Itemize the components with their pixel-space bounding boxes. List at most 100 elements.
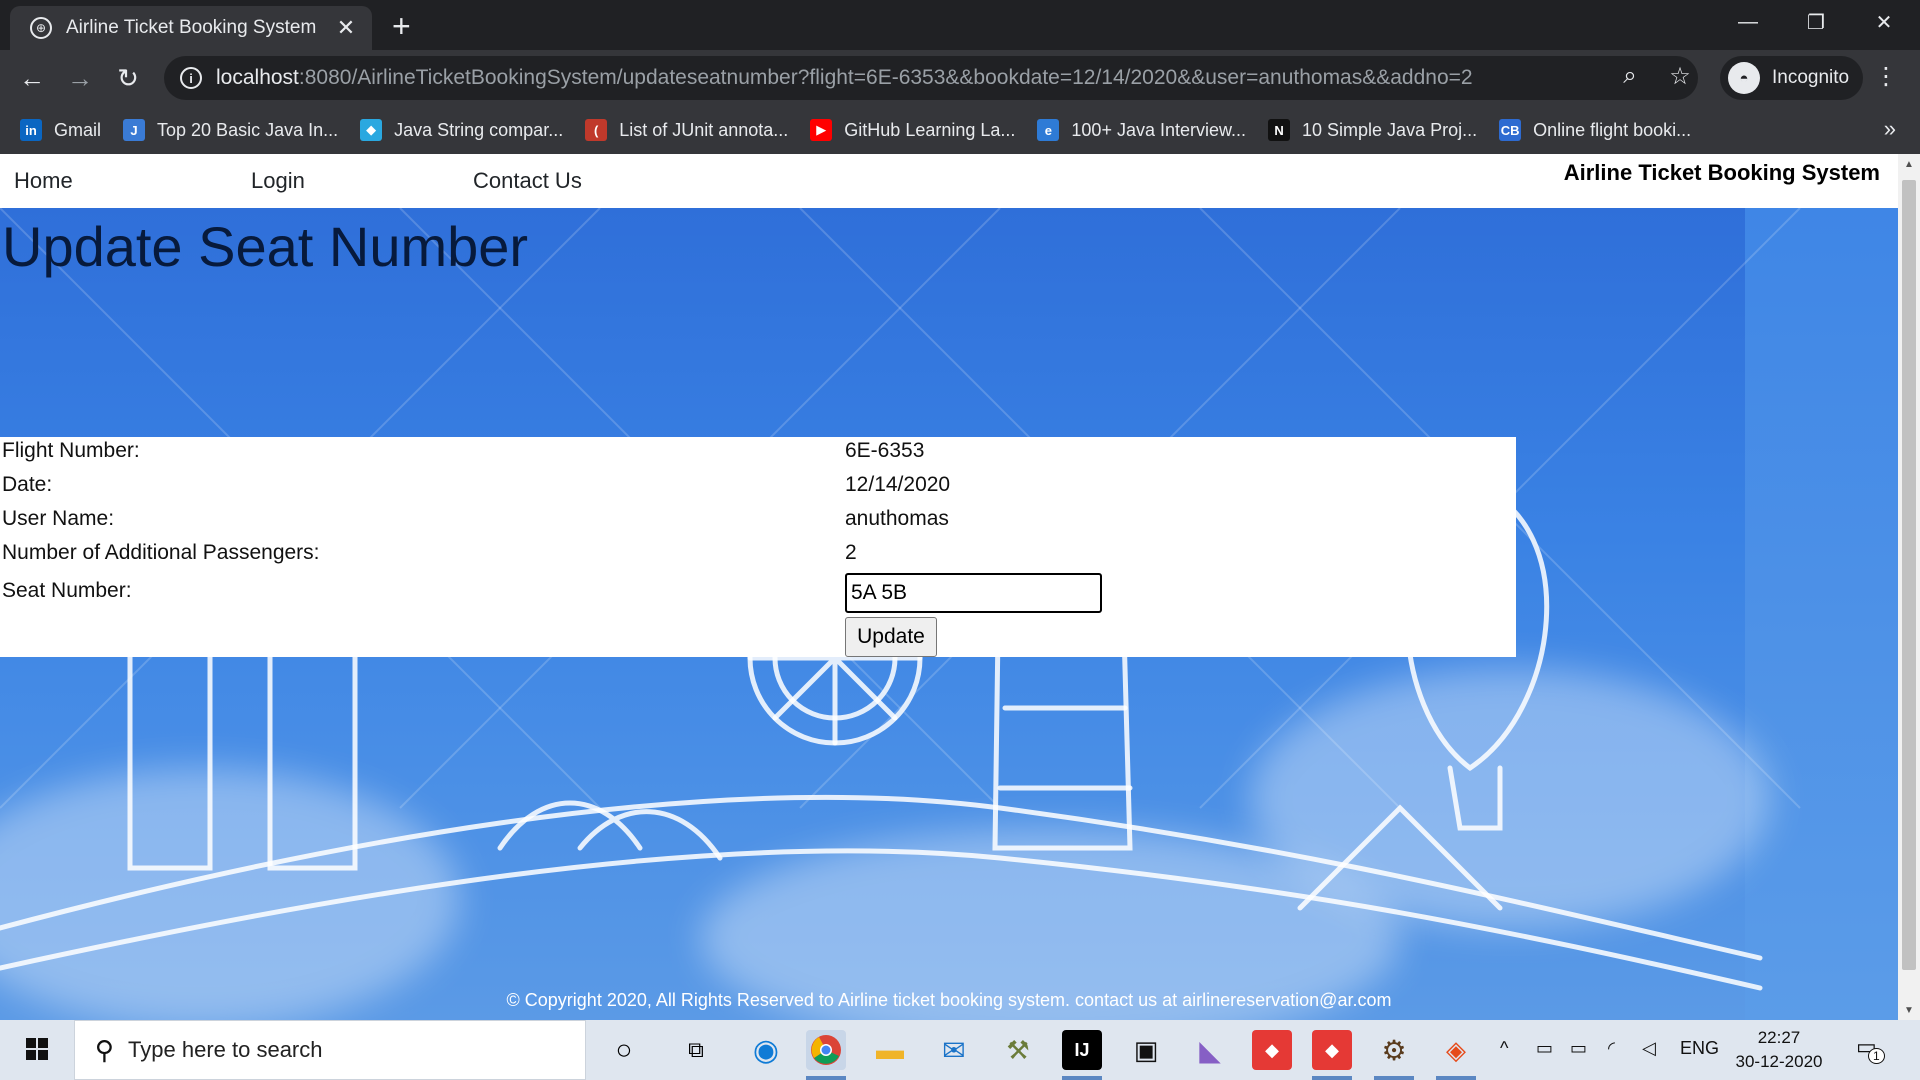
show-hidden-icons-icon[interactable]: ^ <box>1500 1038 1508 1059</box>
flight-number-value: 6E-6353 <box>845 439 925 462</box>
address-bar[interactable]: i localhost:8080/AirlineTicketBookingSys… <box>164 56 1698 100</box>
notification-center-icon[interactable]: ▭ 1 <box>1856 1034 1890 1068</box>
page-viewport: Home Login Contact Us Airline Ticket Boo… <box>0 154 1898 1020</box>
git-app-icon-2[interactable]: ◆ <box>1312 1030 1352 1070</box>
active-tab[interactable]: ⊕ Airline Ticket Booking System ✕ <box>10 6 372 50</box>
n-icon: N <box>1268 119 1291 141</box>
git-app-icon[interactable]: ◆ <box>1252 1030 1292 1070</box>
tab-strip: ⊕ Airline Ticket Booking System ✕ + — ❐ … <box>0 0 1920 50</box>
bookmark-item[interactable]: J Top 20 Basic Java In... <box>123 119 338 141</box>
system-clock[interactable]: 22:27 30-12-2020 <box>1724 1026 1834 1074</box>
restore-icon[interactable]: ❐ <box>1782 0 1850 44</box>
bookmark-item[interactable]: e 100+ Java Interview... <box>1037 119 1246 141</box>
bookmark-label: List of JUnit annota... <box>619 119 789 140</box>
page-footer: © Copyright 2020, All Rights Reserved to… <box>506 990 1392 1010</box>
search-icon: ⚲ <box>95 1034 115 1065</box>
search-placeholder: Type here to search <box>128 1037 323 1062</box>
java-page-icon: J <box>123 119 146 141</box>
flight-number-label: Flight Number: <box>2 439 140 462</box>
incognito-label: Incognito <box>1772 67 1850 88</box>
battery-icon[interactable]: ▭ <box>1570 1038 1587 1059</box>
wifi-icon[interactable]: ◜ <box>1608 1038 1615 1059</box>
additional-passengers-value: 2 <box>845 541 857 564</box>
junit-icon: ( <box>585 119 608 141</box>
seat-number-label: Seat Number: <box>2 579 132 602</box>
back-icon[interactable]: ← <box>14 60 50 96</box>
file-explorer-icon[interactable]: ▬ <box>870 1030 910 1070</box>
url-path: :8080/AirlineTicketBookingSystem/updates… <box>298 66 1473 89</box>
zoom-icon[interactable]: ⌕ <box>1614 60 1646 92</box>
form-row-user: User Name: anuthomas <box>0 505 1516 537</box>
youtube-icon: ▶ <box>810 119 833 141</box>
form-row-flight: Flight Number: 6E-6353 <box>0 437 1516 469</box>
site-brand[interactable]: Airline Ticket Booking System <box>1564 160 1880 186</box>
bookmark-item[interactable]: CB Online flight booki... <box>1499 119 1691 141</box>
visual-studio-icon[interactable]: ◣ <box>1190 1030 1230 1070</box>
language-indicator[interactable]: ENG <box>1680 1038 1719 1059</box>
seat-number-input[interactable] <box>845 573 1102 613</box>
new-tab-icon[interactable]: + <box>392 8 411 45</box>
incognito-indicator[interactable]: ◓ Incognito <box>1720 56 1864 100</box>
bookmark-label: Java String compar... <box>394 119 564 140</box>
close-tab-icon[interactable]: ✕ <box>334 15 358 41</box>
intellij-icon[interactable]: IJ <box>1062 1030 1102 1070</box>
update-seat-form: Flight Number: 6E-6353 Date: 12/14/2020 … <box>0 437 1516 657</box>
active-app-indicator <box>806 1076 846 1080</box>
user-name-value: anuthomas <box>845 507 949 530</box>
e-icon: e <box>1037 119 1060 141</box>
edge-icon[interactable]: ◉ <box>746 1030 786 1070</box>
gear-app-icon[interactable]: ⚙ <box>1374 1030 1414 1070</box>
scrollbar-thumb[interactable] <box>1902 180 1916 970</box>
minimize-icon[interactable]: — <box>1714 0 1782 44</box>
windows-taskbar: ⚲ Type here to search ○ ⧉ ◉ ▬ ✉ ⚒ IJ ▣ ◣… <box>0 1020 1920 1080</box>
store-icon[interactable]: ▣ <box>1126 1030 1166 1070</box>
page-title: Update Seat Number <box>2 215 529 278</box>
additional-passengers-label: Number of Additional Passengers: <box>2 541 320 564</box>
taskbar-search-box[interactable]: ⚲ Type here to search <box>74 1020 586 1080</box>
active-app-indicator <box>1436 1076 1476 1080</box>
notification-count: 1 <box>1868 1048 1885 1064</box>
active-app-indicator <box>1374 1076 1414 1080</box>
bookmark-item[interactable]: in Gmail <box>20 119 101 141</box>
tools-app-icon[interactable]: ⚒ <box>998 1030 1038 1070</box>
volume-icon[interactable]: ◁ <box>1642 1038 1656 1059</box>
active-app-indicator <box>1062 1076 1102 1080</box>
cortana-icon[interactable]: ○ <box>604 1030 644 1070</box>
site-info-icon[interactable]: i <box>180 67 202 89</box>
bookmark-item[interactable]: ( List of JUnit annota... <box>585 119 788 141</box>
page-scrollbar[interactable]: ▲ ▼ <box>1898 154 1920 1020</box>
nav-login-link[interactable]: Login <box>251 168 305 194</box>
more-bookmarks-icon[interactable]: » <box>1884 116 1896 142</box>
forward-icon[interactable]: → <box>62 60 98 96</box>
update-button[interactable]: Update <box>845 617 937 657</box>
url-host: localhost <box>216 66 299 89</box>
nav-contact-link[interactable]: Contact Us <box>473 168 582 194</box>
task-view-icon[interactable]: ⧉ <box>676 1030 716 1070</box>
scroll-down-icon[interactable]: ▼ <box>1898 1000 1920 1020</box>
bookmarks-bar: in Gmail J Top 20 Basic Java In... ◆ Java Str… <box>0 106 1920 154</box>
bookmark-item[interactable]: ▶ GitHub Learning La... <box>810 119 1015 141</box>
clock-time: 22:27 <box>1757 1028 1801 1047</box>
windows-start-icon[interactable] <box>14 1034 60 1066</box>
reload-icon[interactable]: ↻ <box>110 60 146 96</box>
git-gui-icon[interactable]: ◈ <box>1436 1030 1476 1070</box>
menu-dots-icon[interactable]: ⋮ <box>1870 60 1902 92</box>
diamond-icon: ◆ <box>360 119 383 141</box>
date-value: 12/14/2020 <box>845 473 951 496</box>
chrome-icon[interactable] <box>806 1030 846 1070</box>
meet-now-icon[interactable]: ▭ <box>1536 1038 1553 1059</box>
form-row-date: Date: 12/14/2020 <box>0 471 1516 503</box>
bookmark-star-icon[interactable]: ☆ <box>1664 60 1696 92</box>
active-app-indicator <box>1312 1076 1352 1080</box>
user-name-label: User Name: <box>2 507 115 530</box>
nav-home-link[interactable]: Home <box>14 168 73 194</box>
scroll-up-icon[interactable]: ▲ <box>1898 154 1920 174</box>
bookmark-label: Gmail <box>54 119 102 140</box>
close-window-icon[interactable]: ✕ <box>1850 0 1918 44</box>
bookmark-item[interactable]: ◆ Java String compar... <box>360 119 563 141</box>
bookmark-item[interactable]: N 10 Simple Java Proj... <box>1268 119 1477 141</box>
bookmark-label: Online flight booki... <box>1533 119 1692 140</box>
form-row-seat: Seat Number: <box>0 577 1516 609</box>
mail-icon[interactable]: ✉ <box>934 1030 974 1070</box>
clock-date: 30-12-2020 <box>1735 1052 1823 1071</box>
